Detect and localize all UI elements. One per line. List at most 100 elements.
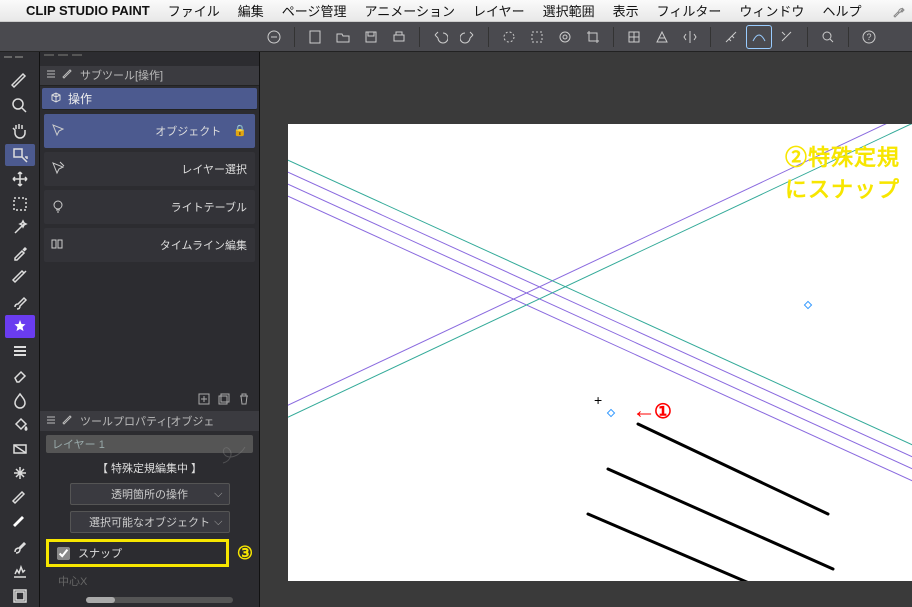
subtool-item-light-table[interactable]: ライトテーブル xyxy=(44,190,255,224)
subtool-item-label: オブジェクト xyxy=(155,123,221,139)
annotation-2: ②特殊定規にスナップ xyxy=(785,140,912,204)
clip-icon[interactable] xyxy=(262,26,286,48)
pen-tool-icon[interactable] xyxy=(5,70,35,93)
subtool-item-object[interactable]: オブジェクト 🔒 xyxy=(44,114,255,148)
prop-center-x-slider[interactable] xyxy=(86,597,233,603)
app-name[interactable]: CLIP STUDIO PAINT xyxy=(26,3,150,18)
svg-text:?: ? xyxy=(867,32,872,42)
brush-tool-icon[interactable] xyxy=(5,291,35,314)
menu-page[interactable]: ページ管理 xyxy=(282,1,347,20)
grid-icon[interactable] xyxy=(622,26,646,48)
expand-icon[interactable] xyxy=(553,26,577,48)
eyedropper-tool-icon[interactable] xyxy=(5,242,35,265)
annotation-1: ← ① xyxy=(632,397,672,425)
lines-tool-icon[interactable] xyxy=(5,340,35,363)
pen2-tool-icon[interactable] xyxy=(5,266,35,289)
cursor-icon xyxy=(50,122,66,141)
hand-tool-icon[interactable] xyxy=(5,119,35,142)
canvas-area[interactable]: + ← ① ↑ ②特殊定規にスナップ xyxy=(260,52,912,607)
mac-menu-bar: CLIP STUDIO PAINT ファイル 編集 ページ管理 アニメーション … xyxy=(0,0,912,22)
move-tool-icon[interactable] xyxy=(5,168,35,191)
sparkle-tool-icon[interactable] xyxy=(5,462,35,485)
menu-file[interactable]: ファイル xyxy=(168,1,220,20)
subtool-header: サブツール[操作] xyxy=(40,66,259,86)
prop-snap-row[interactable]: スナップ xyxy=(46,539,229,567)
menu-animation[interactable]: アニメーション xyxy=(365,1,455,20)
tool-property-title: ツールプロパティ[オブジェ xyxy=(80,413,214,429)
lightbulb-icon xyxy=(50,198,66,217)
menu-view[interactable]: 表示 xyxy=(613,1,639,20)
subtool-tab-label: 操作 xyxy=(68,90,92,107)
timeline-icon xyxy=(50,236,66,255)
effects-tool-icon[interactable] xyxy=(5,560,35,583)
prop-center-x-label: 中心X xyxy=(46,573,253,589)
pencil-tool-icon[interactable] xyxy=(5,487,35,510)
save-icon[interactable] xyxy=(359,26,383,48)
panel-column: サブツール[操作] 操作 オブジェクト 🔒 レイヤー選択 ライトテーブル xyxy=(40,52,260,607)
subtool-panel: サブツール[操作] 操作 オブジェクト 🔒 レイヤー選択 ライトテーブル xyxy=(40,66,259,411)
subtool-tab-operation[interactable]: 操作 xyxy=(42,88,257,110)
menu-layer[interactable]: レイヤー xyxy=(473,1,525,20)
snap-special-ruler-icon[interactable] xyxy=(747,26,771,48)
invert-icon[interactable] xyxy=(525,26,549,48)
duplicate-icon[interactable] xyxy=(217,392,231,409)
persp-icon[interactable] xyxy=(650,26,674,48)
menu-window[interactable]: ウィンドウ xyxy=(739,1,804,20)
open-icon[interactable] xyxy=(331,26,355,48)
tool-property-panel: ツールプロパティ[オブジェ レイヤー 1 【 特殊定規編集中 】 透明箇所の操作… xyxy=(40,411,259,607)
lock-icon: 🔒 xyxy=(233,124,247,137)
decoration-tool-icon[interactable] xyxy=(5,315,35,338)
menu-icon[interactable] xyxy=(46,415,56,428)
wand-tool-icon[interactable] xyxy=(5,217,35,240)
help-icon[interactable]: ? xyxy=(857,26,881,48)
frame-tool-icon[interactable] xyxy=(5,585,35,607)
prop-selectable-dropdown[interactable]: 選択可能なオブジェクト xyxy=(70,511,230,533)
marquee-tool-icon[interactable] xyxy=(5,193,35,216)
new-icon[interactable] xyxy=(303,26,327,48)
snap-checkbox[interactable] xyxy=(57,547,70,560)
trash-icon[interactable] xyxy=(237,392,251,409)
subtool-item-layer-select[interactable]: レイヤー選択 xyxy=(44,152,255,186)
snap-grid-icon[interactable] xyxy=(775,26,799,48)
print-icon[interactable] xyxy=(387,26,411,48)
pen-small-icon xyxy=(62,414,74,429)
operation-tool-icon[interactable] xyxy=(5,144,35,167)
menu-selection[interactable]: 選択範囲 xyxy=(543,1,595,20)
undo-icon[interactable] xyxy=(428,26,452,48)
prop-transparent-dropdown[interactable]: 透明箇所の操作 xyxy=(70,483,230,505)
crop-icon[interactable] xyxy=(581,26,605,48)
menu-help[interactable]: ヘルプ xyxy=(822,1,861,20)
snap-label: スナップ xyxy=(78,545,122,561)
app-toolbar: ? xyxy=(0,22,912,52)
zoom-tool-icon[interactable] xyxy=(5,95,35,118)
menu-filter[interactable]: フィルター xyxy=(657,1,722,20)
snap-ruler-icon[interactable] xyxy=(719,26,743,48)
watercolor-tool-icon[interactable] xyxy=(5,536,35,559)
decorative-swirl-icon xyxy=(219,433,255,469)
tool-palette xyxy=(0,52,40,607)
gradient-tool-icon[interactable] xyxy=(5,438,35,461)
blend-tool-icon[interactable] xyxy=(5,389,35,412)
subtool-footer xyxy=(40,389,259,411)
cursor-cross-icon: + xyxy=(594,392,602,408)
menu-icon[interactable] xyxy=(46,69,56,82)
arrow-left-icon: ← xyxy=(632,397,652,425)
layer-select-icon xyxy=(50,160,66,179)
annotation-3: ③ xyxy=(237,543,253,564)
subtool-title: サブツール[操作] xyxy=(80,67,163,83)
redo-icon[interactable] xyxy=(456,26,480,48)
sym-icon[interactable] xyxy=(678,26,702,48)
add-icon[interactable] xyxy=(197,392,211,409)
deselect-icon[interactable] xyxy=(497,26,521,48)
wrench-icon[interactable] xyxy=(892,4,906,21)
subtool-item-timeline[interactable]: タイムライン編集 xyxy=(44,228,255,262)
eraser-tool-icon[interactable] xyxy=(5,364,35,387)
cube-icon xyxy=(50,91,62,106)
subtool-item-label: ライトテーブル xyxy=(171,199,247,215)
menu-edit[interactable]: 編集 xyxy=(238,1,264,20)
tool-property-header: ツールプロパティ[オブジェ xyxy=(40,411,259,431)
active-pen-tool-icon[interactable] xyxy=(5,511,35,534)
search-icon[interactable] xyxy=(816,26,840,48)
fill-tool-icon[interactable] xyxy=(5,413,35,436)
subtool-item-label: タイムライン編集 xyxy=(160,237,247,253)
